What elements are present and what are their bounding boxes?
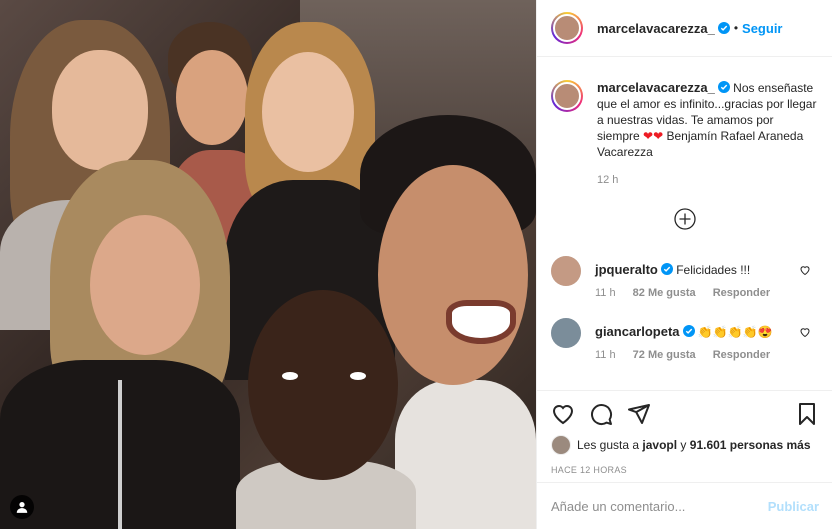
comment-avatar[interactable] xyxy=(551,318,581,348)
photo-person-face xyxy=(248,290,398,480)
instagram-post: marcelavacarezza_ • Seguir marcelavacare… xyxy=(0,0,832,529)
verified-badge-icon xyxy=(682,325,695,337)
comment-meta: 11 h 72 Me gusta Responder xyxy=(595,349,800,361)
post-photo[interactable] xyxy=(0,0,536,529)
comment-body: jpqueralto Felicidades !!! 11 h 82 Me gu… xyxy=(595,256,800,299)
post-sidebar: marcelavacarezza_ • Seguir marcelavacare… xyxy=(536,0,832,529)
photo-person-face xyxy=(378,165,528,385)
caption-username[interactable]: marcelavacarezza_ xyxy=(597,80,715,95)
share-send-icon[interactable] xyxy=(627,402,651,426)
liker-username[interactable]: javopl xyxy=(642,438,677,452)
tagged-users-button[interactable] xyxy=(10,495,34,519)
comment-time: 11 h xyxy=(595,349,616,361)
comment-text: 👏👏👏👏😍 xyxy=(697,325,773,339)
like-comment-heart-icon[interactable] xyxy=(799,264,811,276)
comment-body: giancarlopeta 👏👏👏👏😍 11 h 72 Me gusta Res… xyxy=(595,318,800,361)
reply-button[interactable]: Responder xyxy=(713,287,770,299)
follow-button[interactable]: Seguir xyxy=(742,21,782,36)
comment-input[interactable] xyxy=(551,498,768,514)
separator-dot: • xyxy=(733,21,739,35)
comment-item: giancarlopeta 👏👏👏👏😍 11 h 72 Me gusta Res… xyxy=(537,318,832,361)
caption-avatar[interactable] xyxy=(551,80,583,112)
comment-username[interactable]: jpqueralto xyxy=(595,262,658,277)
verified-badge-icon xyxy=(660,263,673,275)
publish-button[interactable]: Publicar xyxy=(768,499,819,514)
comment-username[interactable]: giancarlopeta xyxy=(595,324,680,339)
comment-avatar[interactable] xyxy=(551,256,581,286)
author-username[interactable]: marcelavacarezza_ xyxy=(597,21,715,36)
photo-eye xyxy=(282,372,298,380)
verified-badge-icon xyxy=(717,81,730,93)
comment-item: jpqueralto Felicidades !!! 11 h 82 Me gu… xyxy=(537,256,832,299)
likes-summary: Les gusta a javopl y 91.601 personas más xyxy=(551,435,819,455)
comment-bubble-icon[interactable] xyxy=(589,402,613,426)
author-info: marcelavacarezza_ • Seguir xyxy=(597,21,783,36)
photo-eye xyxy=(350,372,366,380)
comment-composer: Publicar xyxy=(537,482,832,529)
comment-text: Felicidades !!! xyxy=(676,263,751,277)
verified-badge-icon xyxy=(717,22,730,34)
liker-avatar[interactable] xyxy=(551,435,571,455)
post-actions: Les gusta a javopl y 91.601 personas más… xyxy=(537,390,832,475)
post-caption: marcelavacarezza_ Nos enseñaste que el a… xyxy=(537,58,832,188)
likes-conj: y xyxy=(680,438,687,452)
post-header: marcelavacarezza_ • Seguir xyxy=(537,0,832,57)
photo-person-face xyxy=(176,50,248,145)
likes-prefix: Les gusta a xyxy=(577,438,640,452)
reply-button[interactable]: Responder xyxy=(713,349,770,361)
photo-person-face xyxy=(90,215,200,355)
user-icon xyxy=(16,502,28,513)
like-heart-icon[interactable] xyxy=(551,402,575,426)
comment-likes[interactable]: 82 Me gusta xyxy=(633,287,696,299)
action-icons xyxy=(551,401,819,427)
photo-person-body xyxy=(395,380,536,529)
likes-count[interactable]: 91.601 personas más xyxy=(690,438,811,452)
load-more-comments-icon[interactable] xyxy=(674,208,696,230)
photo-person-face xyxy=(52,50,148,170)
comment-time: 11 h xyxy=(595,287,616,299)
photo-smile xyxy=(446,300,516,344)
photo-person-face xyxy=(262,52,354,172)
caption-body: marcelavacarezza_ Nos enseñaste que el a… xyxy=(597,80,817,188)
photo-zipper xyxy=(118,380,122,529)
comments-list[interactable]: marcelavacarezza_ Nos enseñaste que el a… xyxy=(537,58,832,388)
comment-likes[interactable]: 72 Me gusta xyxy=(633,349,696,361)
post-timestamp[interactable]: HACE 12 HORAS xyxy=(551,465,819,475)
heart-emoji: ❤❤ xyxy=(643,129,664,143)
comment-meta: 11 h 82 Me gusta Responder xyxy=(595,287,800,299)
save-bookmark-icon[interactable] xyxy=(795,402,819,426)
like-comment-heart-icon[interactable] xyxy=(799,326,811,338)
author-avatar[interactable] xyxy=(551,12,583,44)
caption-time: 12 h xyxy=(597,174,619,186)
